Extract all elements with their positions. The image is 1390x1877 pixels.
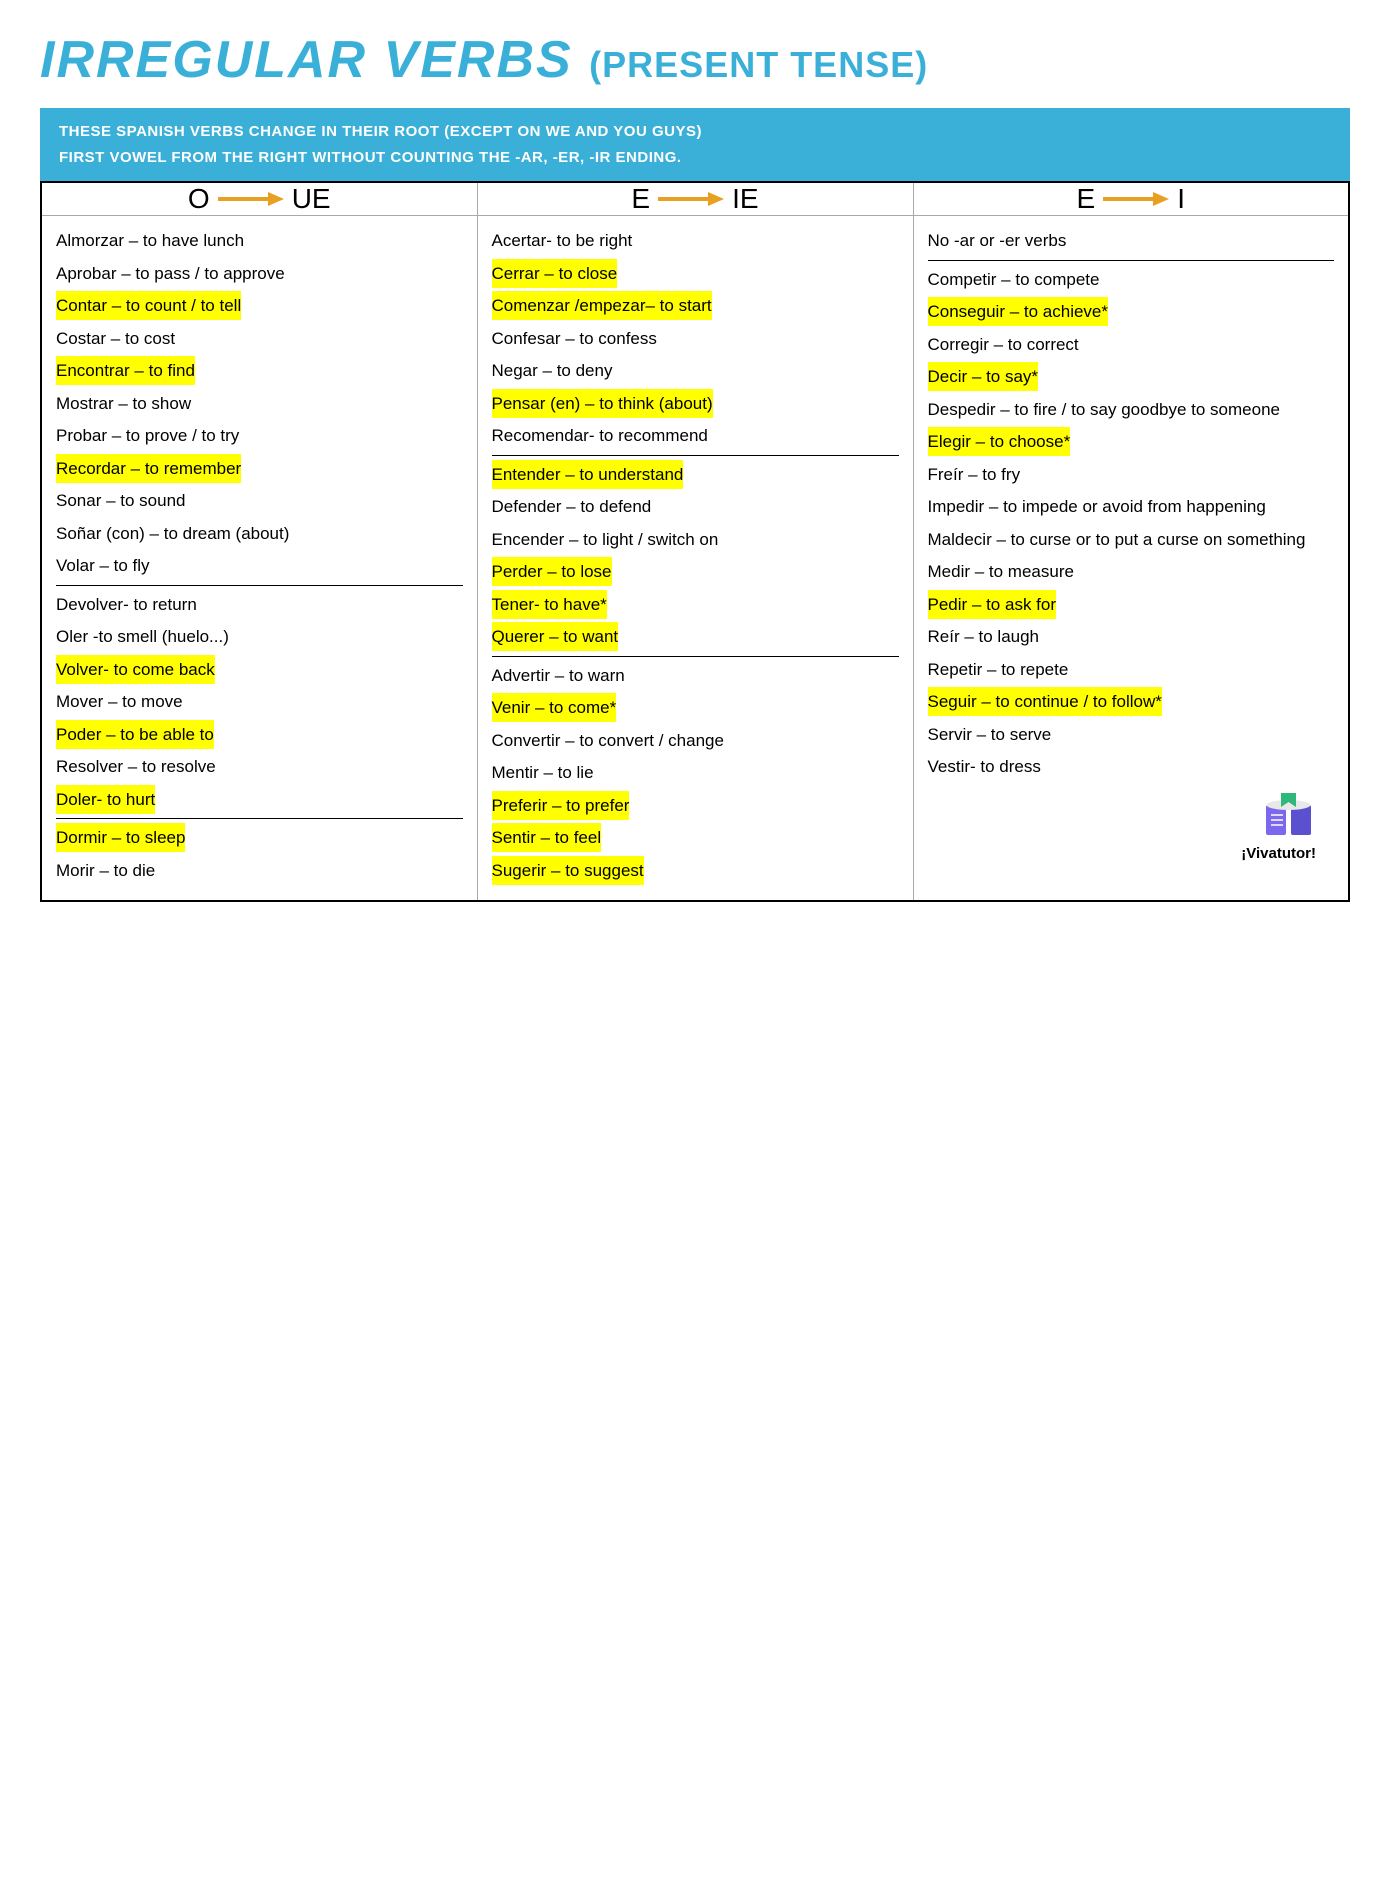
- verb-item: Mentir – to lie: [492, 756, 899, 789]
- verb-item: Defender – to defend: [492, 490, 899, 523]
- verb-item: Pensar (en) – to think (about): [492, 387, 899, 420]
- verb-item: Medir – to measure: [928, 555, 1335, 588]
- info-box: THESE SPANISH VERBS CHANGE IN THEIR ROOT…: [40, 108, 1350, 181]
- verb-item: Pedir – to ask for: [928, 588, 1335, 621]
- verb-item: Probar – to prove / to try: [56, 419, 463, 452]
- verb-item: Negar – to deny: [492, 354, 899, 387]
- verb-item: Doler- to hurt: [56, 783, 463, 820]
- verb-item: Encender – to light / switch on: [492, 523, 899, 556]
- vivatutor-text: ¡Vivatutor!: [1241, 845, 1316, 862]
- verb-item: Confesar – to confess: [492, 322, 899, 355]
- verb-item: Sugerir – to suggest: [492, 854, 899, 887]
- verb-item: Tener- to have*: [492, 588, 899, 621]
- info-line1: THESE SPANISH VERBS CHANGE IN THEIR ROOT…: [59, 119, 1331, 145]
- verb-item: Servir – to serve: [928, 718, 1335, 751]
- verb-item: Impedir – to impede or avoid from happen…: [928, 490, 1335, 523]
- verb-item: Acertar- to be right: [492, 224, 899, 257]
- info-line2: FIRST VOWEL FROM THE RIGHT WITHOUT COUNT…: [59, 145, 1331, 171]
- verb-item: Soñar (con) – to dream (about): [56, 517, 463, 550]
- verb-item: Oler -to smell (huelo...): [56, 620, 463, 653]
- verb-item: Repetir – to repete: [928, 653, 1335, 686]
- col-header-1: O UE: [41, 182, 477, 216]
- verb-item: Volar – to fly: [56, 549, 463, 586]
- verb-item: Entender – to understand: [492, 458, 899, 491]
- verb-item: Vestir- to dress: [928, 750, 1335, 783]
- verb-item: Advertir – to warn: [492, 659, 899, 692]
- verb-item: Querer – to want: [492, 620, 899, 657]
- verb-item: Contar – to count / to tell: [56, 289, 463, 322]
- title-main: IRREGULAR VERBS: [40, 31, 573, 89]
- verb-item: Aprobar – to pass / to approve: [56, 257, 463, 290]
- verb-item: Venir – to come*: [492, 691, 899, 724]
- verb-item: Competir – to compete: [928, 263, 1335, 296]
- col-2-content: Acertar- to be rightCerrar – to closeCom…: [477, 216, 913, 902]
- verb-item: Mover – to move: [56, 685, 463, 718]
- verb-item: Reír – to laugh: [928, 620, 1335, 653]
- verb-item: Freír – to fry: [928, 458, 1335, 491]
- col-header-2: E IE: [477, 182, 913, 216]
- vivatutor-logo: ¡Vivatutor!: [928, 783, 1335, 870]
- verb-item: Devolver- to return: [56, 588, 463, 621]
- verb-item: Preferir – to prefer: [492, 789, 899, 822]
- verbs-table: O UE E IE: [40, 181, 1350, 902]
- verb-item: Almorzar – to have lunch: [56, 224, 463, 257]
- verb-item: Mostrar – to show: [56, 387, 463, 420]
- verb-item: Conseguir – to achieve*: [928, 295, 1335, 328]
- verb-item: Poder – to be able to: [56, 718, 463, 751]
- verb-item: Seguir – to continue / to follow*: [928, 685, 1335, 718]
- verb-item: Corregir – to correct: [928, 328, 1335, 361]
- verb-item: Resolver – to resolve: [56, 750, 463, 783]
- col-3-content: No -ar or -er verbsCompetir – to compete…: [913, 216, 1349, 902]
- verb-item: Cerrar – to close: [492, 257, 899, 290]
- title-sub: (PRESENT TENSE): [589, 44, 928, 85]
- verb-item: Encontrar – to find: [56, 354, 463, 387]
- verb-item: Perder – to lose: [492, 555, 899, 588]
- verb-item: Elegir – to choose*: [928, 425, 1335, 458]
- verb-item: Maldecir – to curse or to put a curse on…: [928, 523, 1335, 556]
- col-1-content: Almorzar – to have lunchAprobar – to pas…: [41, 216, 477, 902]
- page-title: IRREGULAR VERBS (PRESENT TENSE): [40, 30, 1350, 90]
- verb-item: Sonar – to sound: [56, 484, 463, 517]
- verb-item: Morir – to die: [56, 854, 463, 887]
- verb-item: Comenzar /empezar– to start: [492, 289, 899, 322]
- verb-item: Decir – to say*: [928, 360, 1335, 393]
- verb-item: Dormir – to sleep: [56, 821, 463, 854]
- verb-item: Sentir – to feel: [492, 821, 899, 854]
- verb-item: Convertir – to convert / change: [492, 724, 899, 757]
- verb-item: Costar – to cost: [56, 322, 463, 355]
- verb-item: Volver- to come back: [56, 653, 463, 686]
- verb-item: Recomendar- to recommend: [492, 419, 899, 456]
- verb-item: Recordar – to remember: [56, 452, 463, 485]
- verb-item: No -ar or -er verbs: [928, 224, 1335, 261]
- col-header-3: E I: [913, 182, 1349, 216]
- verb-item: Despedir – to fire / to say goodbye to s…: [928, 393, 1335, 426]
